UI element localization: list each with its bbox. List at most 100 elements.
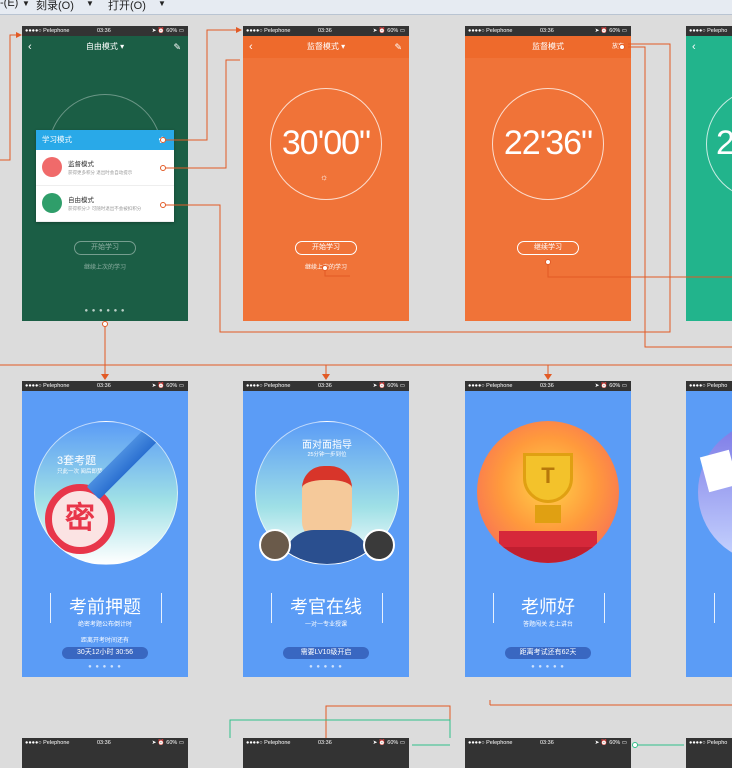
circle-subtitle: 只此一次 阅后即焚 bbox=[57, 469, 103, 475]
unlock-pill: 需要LV10级开启 bbox=[283, 647, 369, 659]
trophy-base bbox=[535, 505, 561, 523]
title-bracket bbox=[714, 593, 732, 623]
avatar bbox=[363, 529, 395, 561]
chevron-down-icon[interactable]: ▼ bbox=[22, 0, 30, 8]
page-dots: ● ● ● ● ● bbox=[88, 664, 122, 670]
screen-row3-4: ●●●●○ Pelepho bbox=[686, 738, 732, 768]
status-bar: ●●●●○ Pelephone 03:36 ➤ ⏰ 60% ▭ bbox=[465, 381, 631, 391]
quit-button[interactable]: 放弃 bbox=[612, 36, 624, 58]
trophy-icon: T bbox=[523, 453, 573, 503]
screen-teal-partial: ●●●●○ Pelepho ‹ 2 bbox=[686, 26, 732, 321]
connector-row3-b bbox=[325, 705, 451, 738]
status-bar: ●●●●○ Pelepho bbox=[686, 26, 732, 36]
countdown-pill: 30天12小时 30:56 bbox=[62, 647, 148, 659]
circle-title: 3套考题 bbox=[57, 455, 97, 467]
popup-item-desc: 获得更多积分 退出时会自动提示 bbox=[68, 170, 133, 175]
status-bar: ●●●●○ Pelephone 03:36 ➤ ⏰ 60% ▭ bbox=[465, 738, 631, 748]
start-study-button[interactable]: 开始学习 bbox=[74, 241, 136, 255]
page-dots: ● ● ● ● ● ● bbox=[84, 308, 126, 314]
continue-study-button[interactable]: 继续学习 bbox=[517, 241, 579, 255]
gear-icon[interactable]: ✿ bbox=[158, 130, 166, 150]
supervise-icon bbox=[42, 157, 62, 177]
chevron-down-icon[interactable]: ▼ bbox=[158, 0, 166, 8]
card-subtitle: 一对一专业授课 bbox=[304, 622, 347, 628]
status-bar: ●●●●○ Pelephone 03:36 ➤ ⏰ 60% ▭ bbox=[243, 381, 409, 391]
pencil-icon bbox=[86, 422, 165, 500]
arrow-down-icon bbox=[322, 374, 330, 380]
nav-bar: ‹ bbox=[686, 36, 732, 58]
card-subtitle: 绝密考题公布倒计时 bbox=[77, 622, 132, 628]
sun-icon: ☼ bbox=[320, 172, 329, 182]
status-bar: ●●●●○ Pelephone 03:36 ➤ ⏰ 60% ▭ bbox=[22, 381, 188, 391]
screen-row3-3: ●●●●○ Pelephone 03:36 ➤ ⏰ 60% ▭ bbox=[465, 738, 631, 768]
timer-display: 22'36" bbox=[503, 124, 593, 162]
status-bar: ●●●●○ Pelephone 03:36 ➤ ⏰ 60% ▭ bbox=[243, 738, 409, 748]
status-bar: ●●●●○ Pelepho bbox=[686, 381, 732, 391]
popup-title: 学习模式 bbox=[42, 135, 72, 144]
card-note: 距离开考时间还有 bbox=[80, 638, 129, 644]
illustration-circle: 3套考题 只此一次 阅后即焚 密 bbox=[34, 421, 178, 565]
screen-supervise-mode: ●●●●○ Pelephone 03:36 ➤ ⏰ 60% ▭ ‹ 监督模式 ▾ ✎… bbox=[243, 26, 409, 321]
page-dots: ● ● ● ● ● bbox=[309, 664, 343, 670]
status-bar: ●●●●○ Pelephone 03:36 ➤ ⏰ 60% ▭ bbox=[465, 26, 631, 36]
back-icon[interactable]: ‹ bbox=[28, 36, 32, 58]
screen-row3-2: ●●●●○ Pelephone 03:36 ➤ ⏰ 60% ▭ bbox=[243, 738, 409, 768]
screen-partial-card: ●●●●○ Pelepho bbox=[686, 381, 732, 677]
screen-free-mode: ●●●●○ Pelephone 03:36 ➤ ⏰ 60% ▭ ‹ 自由模式 ▾ ✎… bbox=[22, 26, 188, 321]
card-subtitle: 答题闯关 走上讲台 bbox=[523, 622, 573, 628]
back-icon[interactable]: ‹ bbox=[249, 36, 253, 58]
status-bar: ●●●●○ Pelephone 03:36 ➤ ⏰ 60% ▭ bbox=[22, 738, 188, 748]
back-icon[interactable]: ‹ bbox=[692, 36, 696, 58]
screen-title: 监督模式 bbox=[532, 42, 564, 51]
stamp-icon: 密 bbox=[45, 484, 115, 554]
timer-display: 30'00" bbox=[281, 124, 371, 162]
nav-bar: 监督模式 放弃 bbox=[465, 36, 631, 58]
clock-icon bbox=[42, 193, 62, 213]
avatar bbox=[259, 529, 291, 561]
menu-bar: -(E) ▼ 刻录(O) ▼ 打开(O) ▼ bbox=[0, 0, 732, 15]
connector-row3 bbox=[489, 700, 732, 706]
illustration-circle: T bbox=[477, 421, 619, 563]
screen-exam-tips: ●●●●○ Pelephone 03:36 ➤ ⏰ 60% ▭ 3套考题 只此一次 … bbox=[22, 381, 188, 677]
arrow-right-icon bbox=[236, 27, 242, 33]
countdown-pill: 距离考试还有62天 bbox=[505, 647, 591, 659]
nav-bar: ‹ 自由模式 ▾ ✎ bbox=[22, 36, 188, 58]
chevron-down-icon[interactable]: ▼ bbox=[86, 0, 94, 8]
arrow-down-icon bbox=[101, 374, 109, 380]
popup-item-free[interactable]: 自由模式 获得积分少 可随时退出不会被扣积分 bbox=[36, 186, 174, 222]
teacher-body bbox=[284, 530, 370, 564]
screen-examiner-online: ●●●●○ Pelephone 03:36 ➤ ⏰ 60% ▭ 面对面指导 25分钟… bbox=[243, 381, 409, 677]
popup-item-supervise[interactable]: 监督模式 获得更多积分 退出时会自动提示 bbox=[36, 150, 174, 186]
mode-popup: 学习模式 ✿ 监督模式 获得更多积分 退出时会自动提示 自由模式 获得积分少 可… bbox=[36, 130, 174, 222]
arrow-down-icon bbox=[544, 374, 552, 380]
edit-icon[interactable]: ✎ bbox=[173, 36, 181, 58]
mode-selector[interactable]: 监督模式 ▾ bbox=[307, 42, 345, 51]
mode-selector[interactable]: 自由模式 ▾ bbox=[86, 42, 124, 51]
status-bar: ●●●●○ Pelepho bbox=[686, 738, 732, 748]
status-bar: ●●●●○ Pelephone 03:36 ➤ ⏰ 60% ▭ bbox=[243, 26, 409, 36]
continue-last-link[interactable]: 继续上次的学习 bbox=[22, 262, 188, 271]
menu-item-edit[interactable]: -(E) bbox=[0, 0, 18, 9]
connector-node bbox=[632, 742, 638, 748]
podium bbox=[485, 547, 611, 563]
nav-bar: ‹ 监督模式 ▾ ✎ bbox=[243, 36, 409, 58]
start-study-button[interactable]: 开始学习 bbox=[295, 241, 357, 255]
circle-title: 面对面指导 bbox=[302, 440, 352, 451]
screen-supervise-running: ●●●●○ Pelephone 03:36 ➤ ⏰ 60% ▭ 监督模式 放弃 22… bbox=[465, 26, 631, 321]
illustration-circle bbox=[698, 421, 732, 563]
menu-item-burn[interactable]: 刻录(O) bbox=[36, 0, 74, 13]
popup-item-title: 监督模式 bbox=[68, 161, 94, 168]
connector-green-1 bbox=[229, 719, 451, 738]
edit-icon[interactable]: ✎ bbox=[394, 36, 402, 58]
popup-item-desc: 获得积分少 可随时退出不会被扣积分 bbox=[68, 206, 142, 211]
teacher-avatar-icon bbox=[302, 466, 352, 540]
screen-row3-1: ●●●●○ Pelephone 03:36 ➤ ⏰ 60% ▭ bbox=[22, 738, 188, 768]
connector-node bbox=[102, 321, 108, 327]
screen-teacher-hello: ●●●●○ Pelephone 03:36 ➤ ⏰ 60% ▭ T 老师好 答题闯关… bbox=[465, 381, 631, 677]
popup-item-title: 自由模式 bbox=[68, 197, 94, 204]
menu-item-open[interactable]: 打开(O) bbox=[108, 0, 146, 13]
page-dots: ● ● ● ● ● bbox=[531, 664, 565, 670]
status-bar: ●●●●○ Pelephone 03:36 ➤ ⏰ 60% ▭ bbox=[22, 26, 188, 36]
continue-last-link[interactable]: 继续上次的学习 bbox=[243, 262, 409, 271]
connector-left-entry bbox=[0, 34, 20, 161]
